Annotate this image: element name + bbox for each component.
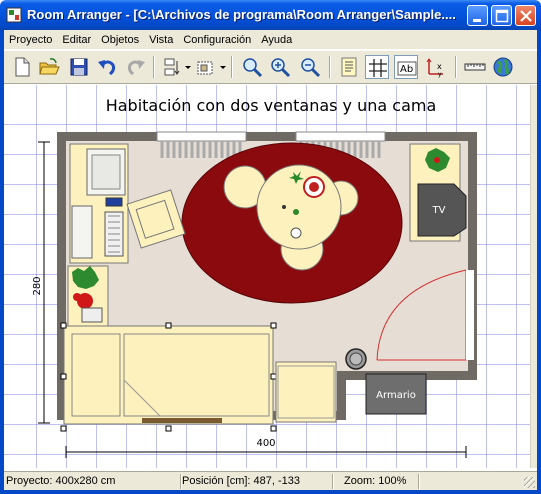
toolbar: Ab xy	[4, 50, 537, 84]
align-icon	[164, 58, 180, 76]
undo-icon	[98, 60, 116, 76]
redo-icon	[127, 60, 145, 76]
menu-vista[interactable]: Vista	[144, 34, 178, 46]
maximize-icon	[495, 9, 509, 23]
window-title: Room Arranger - [C:\Archivos de programa…	[27, 7, 456, 22]
zoom-in-icon	[271, 58, 291, 78]
dimensions-button[interactable]: xy	[424, 55, 448, 79]
status-project: Proyecto: 400x280 cm	[6, 475, 116, 487]
status-divider	[418, 474, 420, 489]
grid-icon	[369, 59, 387, 77]
group-dropdown-arrow[interactable]	[220, 66, 226, 69]
minimize-icon	[473, 19, 481, 22]
group-icon	[197, 61, 213, 75]
zoom-fit-button[interactable]	[240, 55, 264, 79]
toolbar-separator	[329, 56, 331, 78]
svg-text:y: y	[438, 71, 442, 78]
window-frame-right	[537, 30, 541, 494]
close-button[interactable]	[515, 5, 536, 26]
redo-button[interactable]	[124, 55, 148, 79]
svg-text:x: x	[437, 62, 442, 71]
tv-label: TV	[432, 205, 446, 216]
labels-button[interactable]: Ab	[394, 55, 418, 79]
plant-desk[interactable]	[67, 265, 109, 327]
zoom-in-button[interactable]	[268, 55, 292, 79]
align-button[interactable]	[160, 55, 184, 79]
floor-plan-canvas[interactable]: Habitación con dos ventanas y una cama T…	[4, 85, 530, 468]
menu-ayuda[interactable]: Ayuda	[256, 34, 297, 46]
menu-configuracion[interactable]: Configuración	[178, 34, 256, 46]
align-dropdown-arrow[interactable]	[185, 66, 191, 69]
zoom-fit-icon	[243, 58, 263, 78]
status-divider	[332, 474, 334, 489]
ruler-button[interactable]	[463, 55, 487, 79]
dimension-width[interactable]: 400	[65, 438, 467, 458]
save-icon	[70, 58, 88, 76]
minimize-button[interactable]	[467, 5, 488, 26]
nightstand[interactable]	[275, 361, 337, 423]
globe-icon	[493, 57, 513, 77]
vertical-scrollbar[interactable]	[530, 85, 537, 468]
notes-icon	[341, 57, 357, 77]
waste-bin[interactable]	[345, 348, 367, 370]
group-button[interactable]	[194, 55, 218, 79]
dimension-width-label: 400	[256, 438, 275, 449]
wardrobe-label: Armario	[376, 390, 416, 401]
grid-button[interactable]	[365, 55, 389, 79]
maximize-button[interactable]	[491, 5, 512, 26]
globe-button[interactable]	[491, 55, 515, 79]
labels-icon: Ab	[397, 61, 417, 76]
wardrobe[interactable]: Armario	[365, 373, 427, 415]
menu-objetos[interactable]: Objetos	[96, 34, 144, 46]
open-icon	[39, 58, 60, 75]
zoom-out-button[interactable]	[298, 55, 322, 79]
window-frame-bottom	[0, 490, 541, 494]
dimension-height-label: 280	[32, 276, 43, 295]
menu-bar: Proyecto Editar Objetos Vista Configurac…	[4, 30, 537, 49]
floor-plan-drawing: Habitación con dos ventanas y una cama T…	[32, 96, 477, 458]
menu-proyecto[interactable]: Proyecto	[4, 34, 57, 46]
bed[interactable]	[60, 322, 277, 432]
toolbar-separator	[231, 56, 233, 78]
toolbar-separator	[455, 56, 457, 78]
open-button[interactable]	[37, 55, 61, 79]
save-button[interactable]	[67, 55, 91, 79]
close-icon	[520, 10, 532, 22]
dimension-height[interactable]: 280	[32, 141, 50, 424]
notes-button[interactable]	[337, 55, 361, 79]
new-icon	[15, 57, 30, 77]
undo-button[interactable]	[95, 55, 119, 79]
plan-title: Habitación con dos ventanas y una cama	[106, 96, 437, 115]
tv-stand[interactable]: TV	[409, 143, 467, 242]
dimensions-icon: xy	[426, 58, 443, 78]
zoom-out-icon	[301, 58, 321, 78]
resize-grip[interactable]	[524, 477, 535, 488]
computer-desk[interactable]	[69, 143, 129, 264]
title-bar[interactable]: Room Arranger - [C:\Archivos de programa…	[0, 0, 541, 30]
status-position: Posición [cm]: 487, -133	[182, 475, 301, 487]
ruler-icon	[464, 63, 486, 71]
new-button[interactable]	[10, 55, 34, 79]
status-bar: Proyecto: 400x280 cm Posición [cm]: 487,…	[4, 471, 537, 490]
toolbar-separator	[153, 56, 155, 78]
menu-editar[interactable]: Editar	[57, 34, 96, 46]
room-arranger-icon	[6, 7, 22, 23]
svg-text:Ab: Ab	[400, 64, 413, 75]
status-zoom: Zoom: 100%	[344, 475, 407, 487]
